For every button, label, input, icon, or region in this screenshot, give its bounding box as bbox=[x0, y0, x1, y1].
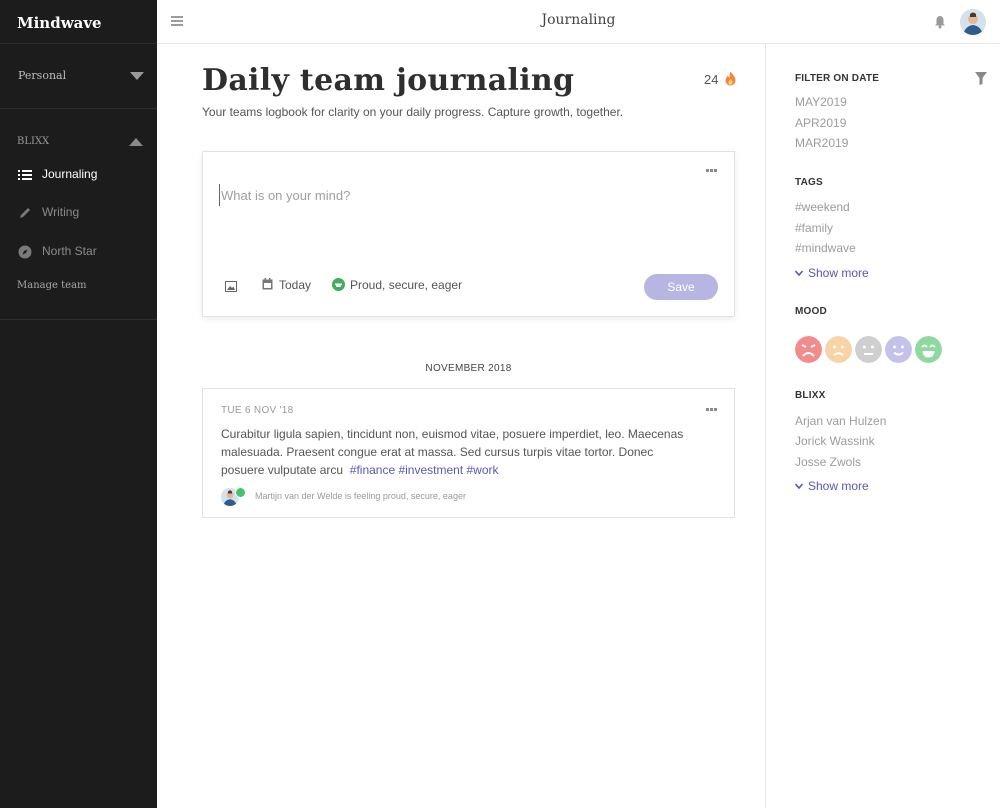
entry-author-mood: Martijn van der Welde is feeling proud, … bbox=[255, 491, 466, 501]
mood-heading: MOOD bbox=[795, 306, 827, 317]
page-subtitle: Your teams logbook for clarity on your d… bbox=[202, 105, 624, 119]
mood-picker[interactable]: Proud, secure, eager bbox=[332, 278, 462, 296]
date-filter-item[interactable]: MAR2019 bbox=[795, 136, 848, 150]
journal-composer: Today Proud, secure, eager Save bbox=[202, 151, 735, 317]
user-avatar[interactable] bbox=[960, 9, 986, 35]
date-picker[interactable]: Today bbox=[262, 278, 311, 296]
sidebar-item-label: Writing bbox=[42, 205, 80, 219]
bell-icon[interactable] bbox=[934, 15, 946, 29]
date-filter-item[interactable]: MAY2019 bbox=[795, 95, 847, 109]
date-filter-item[interactable]: APR2019 bbox=[795, 116, 846, 130]
mood-badge-icon bbox=[235, 487, 246, 498]
section-label: BLIXX bbox=[17, 136, 50, 147]
sidebar-item-north-star[interactable]: North Star bbox=[0, 237, 157, 267]
section-toggle-blixx[interactable]: BLIXX bbox=[0, 128, 157, 152]
date-label: Today bbox=[279, 278, 312, 292]
entry-text: Curabitur ligula sapien, tincidunt non, … bbox=[221, 425, 691, 479]
happy-face-icon[interactable] bbox=[915, 336, 942, 363]
tag-filter-item[interactable]: #weekend bbox=[795, 200, 850, 214]
sidebar-item-label: Journaling bbox=[42, 167, 98, 181]
caret-down-icon bbox=[130, 72, 144, 80]
mood-label: Proud, secure, eager bbox=[350, 278, 463, 292]
journal-entry: TUE 6 NOV '18 Curabitur ligula sapien, t… bbox=[202, 388, 735, 518]
save-button[interactable]: Save bbox=[644, 274, 718, 300]
sad-face-icon[interactable] bbox=[825, 336, 852, 363]
journal-input[interactable] bbox=[219, 184, 679, 206]
sidebar-item-writing[interactable]: Writing bbox=[0, 198, 157, 228]
entry-date: TUE 6 NOV '18 bbox=[221, 405, 294, 416]
entry-footer: Martijn van der Welde is feeling proud, … bbox=[221, 487, 701, 508]
sidebar-item-label: North Star bbox=[42, 244, 97, 258]
divider bbox=[0, 319, 157, 320]
workspace-select[interactable]: Personal bbox=[0, 44, 157, 109]
team-member-item[interactable]: Jorick Wassink bbox=[795, 434, 875, 448]
angry-face-icon[interactable] bbox=[795, 336, 822, 363]
content-face-icon[interactable] bbox=[885, 336, 912, 363]
show-more-label: Show more bbox=[808, 479, 869, 493]
image-icon[interactable] bbox=[225, 281, 237, 292]
top-bar: Journaling bbox=[157, 0, 1000, 44]
month-divider: NOVEMBER 2018 bbox=[425, 363, 512, 374]
page-header-title: Journaling bbox=[541, 12, 616, 28]
filter-icon[interactable] bbox=[975, 72, 987, 85]
neutral-face-icon[interactable] bbox=[855, 336, 882, 363]
streak-value: 24 bbox=[704, 72, 719, 87]
sidebar: Mindwave Personal BLIXX Journaling Writi… bbox=[0, 0, 157, 808]
flame-icon bbox=[725, 71, 736, 86]
filter-date-heading: FILTER ON DATE bbox=[795, 73, 880, 84]
chevron-down-icon bbox=[795, 270, 803, 277]
tag-filter-item[interactable]: #family bbox=[795, 221, 833, 235]
calendar-icon bbox=[262, 278, 273, 290]
avatar-image bbox=[960, 9, 986, 35]
entry-tags[interactable]: #finance #investment #work bbox=[350, 463, 499, 477]
more-options-icon[interactable] bbox=[706, 408, 720, 412]
workspace-label: Personal bbox=[18, 69, 67, 82]
caret-up-icon bbox=[129, 138, 143, 146]
brand-logo[interactable]: Mindwave bbox=[0, 0, 157, 44]
show-more-label: Show more bbox=[808, 266, 869, 280]
show-more-team-link[interactable]: Show more bbox=[795, 479, 869, 493]
compass-icon bbox=[18, 245, 32, 259]
team-member-item[interactable]: Arjan van Hulzen bbox=[795, 414, 886, 428]
show-more-tags-link[interactable]: Show more bbox=[795, 266, 869, 280]
tags-heading: TAGS bbox=[795, 177, 823, 188]
chevron-down-icon bbox=[795, 483, 803, 490]
smiley-icon bbox=[332, 278, 345, 291]
team-member-item[interactable]: Josse Zwols bbox=[795, 455, 861, 469]
pencil-icon bbox=[20, 208, 30, 218]
page-title: Daily team journaling bbox=[202, 63, 575, 98]
list-icon bbox=[18, 170, 32, 180]
streak-counter: 24 bbox=[704, 71, 737, 87]
tag-filter-item[interactable]: #mindwave bbox=[795, 241, 856, 255]
manage-team-link[interactable]: Manage team bbox=[17, 280, 86, 291]
team-heading: BLIXX bbox=[795, 390, 826, 401]
filter-panel: FILTER ON DATE MAY2019 APR2019 MAR2019 T… bbox=[765, 44, 1000, 808]
more-options-icon[interactable] bbox=[706, 169, 720, 173]
sidebar-item-journaling[interactable]: Journaling bbox=[0, 160, 157, 190]
